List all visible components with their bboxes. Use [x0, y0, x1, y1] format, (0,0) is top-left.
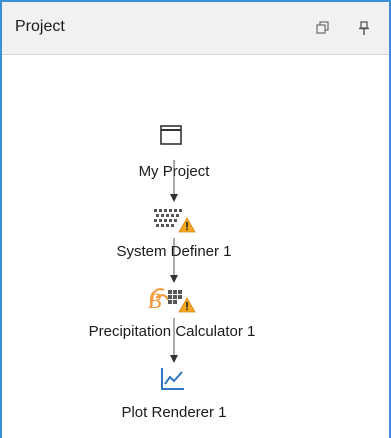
svg-text:B: B	[148, 288, 161, 313]
plot-renderer-icon[interactable]	[160, 366, 186, 397]
project-tree: My Project System Definer 1 B Precipitat…	[2, 2, 389, 438]
tree-node-my-project[interactable]: My Project	[114, 163, 234, 180]
tree-node-system-definer[interactable]: System Definer 1	[84, 243, 264, 260]
project-panel: Project My Project System Definer 1 B Pr…	[0, 0, 391, 438]
warning-icon	[178, 297, 196, 318]
tree-node-plot-renderer[interactable]: Plot Renderer 1	[94, 404, 254, 421]
warning-icon	[178, 217, 196, 238]
project-window-icon[interactable]	[160, 125, 184, 152]
tree-node-precipitation-calculator[interactable]: Precipitation Calculator 1	[52, 323, 292, 340]
